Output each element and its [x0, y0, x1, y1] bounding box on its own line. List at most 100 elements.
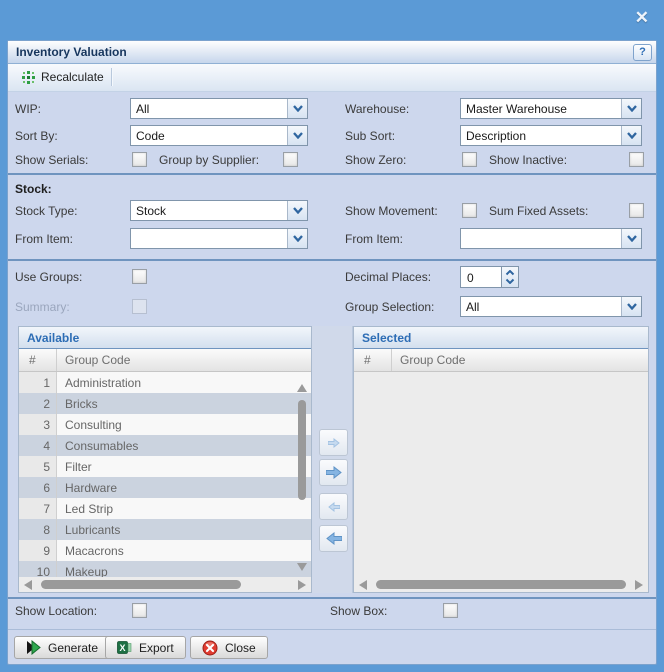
export-button[interactable]: X Export	[105, 636, 186, 659]
list-item[interactable]: 4Consumables	[19, 435, 311, 456]
horizontal-scroll-thumb[interactable]	[376, 580, 626, 589]
close-button[interactable]: Close	[190, 636, 268, 659]
from-item-right-select[interactable]	[460, 228, 642, 249]
use-groups-checkbox[interactable]	[132, 269, 147, 284]
group-selection-select[interactable]: All	[460, 296, 642, 317]
close-circle-icon	[202, 640, 218, 656]
sum-fixed-assets-label: Sum Fixed Assets:	[489, 204, 588, 218]
horizontal-scrollbar[interactable]	[19, 577, 311, 592]
row-number: 1	[19, 372, 57, 393]
chevron-down-icon[interactable]	[287, 99, 307, 118]
warehouse-select[interactable]: Master Warehouse	[460, 98, 642, 119]
chevron-down-icon	[505, 278, 515, 284]
scroll-up-icon[interactable]	[297, 384, 307, 392]
wip-label: WIP:	[15, 102, 41, 116]
scroll-down-icon[interactable]	[297, 563, 307, 571]
group-by-supplier-checkbox[interactable]	[283, 152, 298, 167]
list-item[interactable]: 5Filter	[19, 456, 311, 477]
show-inactive-label: Show Inactive:	[489, 153, 567, 167]
toolbar: Recalculate	[8, 64, 656, 92]
wip-value: All	[131, 99, 287, 118]
sort-by-label: Sort By:	[15, 129, 58, 143]
show-zero-checkbox[interactable]	[462, 152, 477, 167]
show-serials-checkbox[interactable]	[132, 152, 147, 167]
group-by-supplier-label: Group by Supplier:	[159, 153, 259, 167]
warehouse-value: Master Warehouse	[461, 99, 621, 118]
use-groups-label: Use Groups:	[15, 270, 82, 284]
show-inactive-checkbox[interactable]	[629, 152, 644, 167]
decimal-places-spinner[interactable]: 0	[460, 266, 519, 288]
summary-checkbox	[132, 299, 147, 314]
group-code-cell: Hardware	[57, 477, 311, 498]
from-item-left-select[interactable]	[130, 228, 308, 249]
list-item[interactable]: 3Consulting	[19, 414, 311, 435]
recalculate-button[interactable]: Recalculate	[14, 67, 112, 87]
move-all-left-button[interactable]	[319, 525, 348, 552]
selected-list-body	[354, 372, 648, 577]
list-item[interactable]: 1Administration	[19, 372, 311, 393]
separator	[8, 597, 656, 599]
window-close-icon[interactable]: ✕	[635, 8, 649, 28]
chevron-down-icon[interactable]	[621, 229, 641, 248]
chevron-down-icon[interactable]	[621, 297, 641, 316]
chevron-down-icon[interactable]	[287, 229, 307, 248]
stock-type-select[interactable]: Stock	[130, 200, 308, 221]
list-item[interactable]: 6Hardware	[19, 477, 311, 498]
list-item[interactable]: 2Bricks	[19, 393, 311, 414]
move-right-button[interactable]	[319, 429, 348, 456]
group-code-cell: Administration	[57, 372, 311, 393]
row-number: 4	[19, 435, 57, 456]
decimal-places-value: 0	[460, 266, 502, 288]
sum-fixed-assets-checkbox[interactable]	[629, 203, 644, 218]
sub-sort-select[interactable]: Description	[460, 125, 642, 146]
list-item[interactable]: 9Macacrons	[19, 540, 311, 561]
sub-sort-value: Description	[461, 126, 621, 145]
group-code-cell: Macacrons	[57, 540, 311, 561]
group-code-cell: Filter	[57, 456, 311, 477]
available-panel: Available # Group Code 1Administration2B…	[18, 326, 312, 593]
move-all-right-button[interactable]	[319, 459, 348, 486]
wip-select[interactable]: All	[130, 98, 308, 119]
row-number: 2	[19, 393, 57, 414]
chevron-down-icon[interactable]	[621, 99, 641, 118]
move-left-button[interactable]	[319, 493, 348, 520]
sub-sort-label: Sub Sort:	[345, 129, 395, 143]
row-number: 6	[19, 477, 57, 498]
vertical-scroll-thumb[interactable]	[298, 400, 306, 500]
chevron-up-icon	[505, 270, 515, 276]
generate-button[interactable]: Generate	[14, 636, 110, 659]
spinner-buttons[interactable]	[501, 266, 519, 288]
svg-text:X: X	[119, 643, 125, 653]
recalculate-label: Recalculate	[41, 70, 104, 84]
scroll-right-icon[interactable]	[298, 580, 306, 590]
group-code-cell: Consulting	[57, 414, 311, 435]
scroll-right-icon[interactable]	[635, 580, 643, 590]
vertical-scrollbar[interactable]	[296, 384, 308, 571]
help-button[interactable]: ?	[633, 44, 652, 61]
stock-type-value: Stock	[131, 201, 287, 220]
scroll-left-icon[interactable]	[359, 580, 367, 590]
group-code-column-header: Group Code	[57, 349, 311, 371]
stock-section-label: Stock:	[15, 182, 52, 196]
chevron-down-icon[interactable]	[621, 126, 641, 145]
list-item[interactable]: 7Led Strip	[19, 498, 311, 519]
row-number: 3	[19, 414, 57, 435]
inventory-valuation-dialog: Inventory Valuation ?	[7, 40, 657, 665]
group-code-cell: Bricks	[57, 393, 311, 414]
horizontal-scroll-thumb[interactable]	[41, 580, 241, 589]
arrow-right-icon	[328, 438, 340, 448]
show-movement-label: Show Movement:	[345, 204, 438, 218]
scroll-left-icon[interactable]	[24, 580, 32, 590]
horizontal-scrollbar[interactable]	[354, 577, 648, 592]
toolbar-separator	[111, 68, 113, 86]
show-movement-checkbox[interactable]	[462, 203, 477, 218]
show-location-checkbox[interactable]	[132, 603, 147, 618]
sort-by-select[interactable]: Code	[130, 125, 308, 146]
list-item[interactable]: 10Makeup	[19, 561, 311, 577]
show-serials-label: Show Serials:	[15, 153, 88, 167]
chevron-down-icon[interactable]	[287, 201, 307, 220]
separator	[8, 173, 656, 175]
list-item[interactable]: 8Lubricants	[19, 519, 311, 540]
show-box-checkbox[interactable]	[443, 603, 458, 618]
chevron-down-icon[interactable]	[287, 126, 307, 145]
